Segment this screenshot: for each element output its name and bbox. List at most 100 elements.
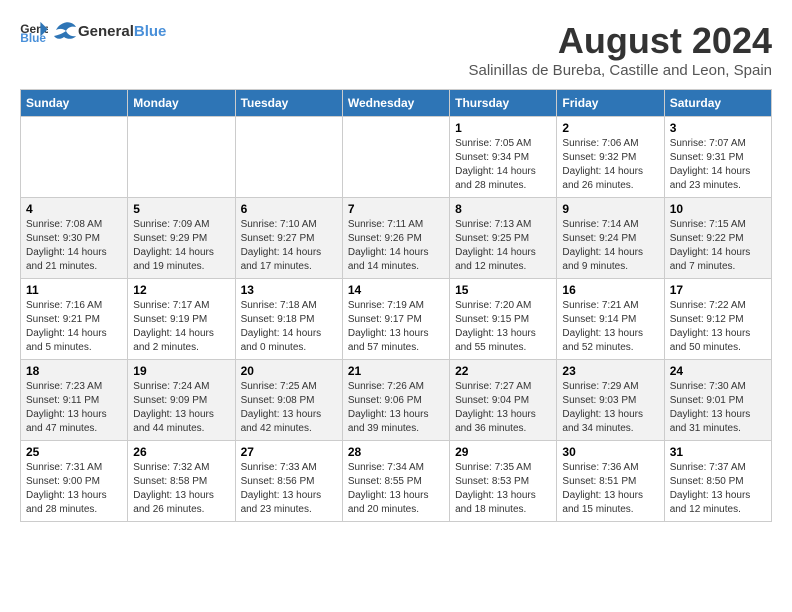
day-number: 27	[241, 445, 337, 459]
calendar-cell-week3-day3: 14Sunrise: 7:19 AM Sunset: 9:17 PM Dayli…	[342, 279, 449, 360]
calendar-cell-week2-day4: 8 Sunrise: 7:13 AM Sunset: 9:25 PM Daylig…	[450, 198, 557, 279]
day-number: 30	[562, 445, 658, 459]
page-header: General Blue GeneralBlue August 2024 Sal…	[20, 20, 772, 79]
calendar-cell-week1-day0	[21, 117, 128, 198]
day-number: 4	[26, 202, 122, 216]
calendar-cell-week4-day1: 19 Sunrise: 7:24 AM Sunset: 9:09 PM Dayli…	[128, 360, 235, 441]
day-info: Sunrise: 7:08 AM Sunset: 9:30 PM Dayligh…	[26, 218, 122, 274]
day-info: Sunrise: 7:36 AM Sunset: 8:51 PM Dayligh…	[562, 461, 658, 517]
day-info: Sunrise: 7:06 AM Sunset: 9:32 PM Dayligh…	[562, 137, 658, 193]
day-info: Sunrise: 7:23 AM Sunset: 9:11 PM Dayligh…	[26, 380, 122, 436]
calendar-cell-week1-day3	[342, 117, 449, 198]
day-number: 28	[348, 445, 444, 459]
day-number: 2	[562, 121, 658, 135]
day-info: Sunrise: 7:32 AM Sunset: 8:58 PM Dayligh…	[133, 461, 229, 517]
calendar-cell-week4-day3: 21 Sunrise: 7:26 AM Sunset: 9:06 PM Dayli…	[342, 360, 449, 441]
day-info: Sunrise: 7:17 AM Sunset: 9:19 PM Dayligh…	[133, 299, 229, 355]
calendar-cell-week3-day4: 15 Sunrise: 7:20 AM Sunset: 9:15 PM Dayli…	[450, 279, 557, 360]
day-number: 11	[26, 283, 122, 297]
calendar-cell-week2-day3: 7 Sunrise: 7:11 AM Sunset: 9:26 PM Daylig…	[342, 198, 449, 279]
weekday-header-tuesday: Tuesday	[235, 90, 342, 117]
calendar-cell-week5-day3: 28 Sunrise: 7:34 AM Sunset: 8:55 PM Dayli…	[342, 441, 449, 522]
calendar-title: August 2024	[468, 20, 772, 62]
day-info: Sunrise: 7:33 AM Sunset: 8:56 PM Dayligh…	[241, 461, 337, 517]
day-info: Sunrise: 7:20 AM Sunset: 9:15 PM Dayligh…	[455, 299, 551, 355]
day-info: Sunrise: 7:11 AM Sunset: 9:26 PM Dayligh…	[348, 218, 444, 274]
generalblue-logo-icon: General Blue	[20, 20, 48, 42]
day-number: 1	[455, 121, 551, 135]
calendar-subtitle: Salinillas de Bureba, Castille and Leon,…	[468, 62, 772, 79]
calendar-cell-week4-day6: 24 Sunrise: 7:30 AM Sunset: 9:01 PM Dayli…	[664, 360, 771, 441]
day-number: 14	[348, 283, 444, 297]
day-number: 10	[670, 202, 766, 216]
calendar-table: SundayMondayTuesdayWednesdayThursdayFrid…	[20, 89, 772, 522]
week-row-4: 18 Sunrise: 7:23 AM Sunset: 9:11 PM Dayli…	[21, 360, 772, 441]
logo: General Blue GeneralBlue	[20, 20, 166, 42]
day-info: Sunrise: 7:30 AM Sunset: 9:01 PM Dayligh…	[670, 380, 766, 436]
calendar-cell-week2-day6: 10Sunrise: 7:15 AM Sunset: 9:22 PM Dayli…	[664, 198, 771, 279]
day-info: Sunrise: 7:35 AM Sunset: 8:53 PM Dayligh…	[455, 461, 551, 517]
day-info: Sunrise: 7:29 AM Sunset: 9:03 PM Dayligh…	[562, 380, 658, 436]
day-number: 22	[455, 364, 551, 378]
calendar-cell-week3-day2: 13Sunrise: 7:18 AM Sunset: 9:18 PM Dayli…	[235, 279, 342, 360]
week-row-5: 25Sunrise: 7:31 AM Sunset: 9:00 PM Dayli…	[21, 441, 772, 522]
day-number: 9	[562, 202, 658, 216]
day-number: 3	[670, 121, 766, 135]
calendar-cell-week1-day6: 3 Sunrise: 7:07 AM Sunset: 9:31 PM Daylig…	[664, 117, 771, 198]
calendar-cell-week1-day5: 2 Sunrise: 7:06 AM Sunset: 9:32 PM Daylig…	[557, 117, 664, 198]
calendar-cell-week4-day5: 23Sunrise: 7:29 AM Sunset: 9:03 PM Dayli…	[557, 360, 664, 441]
day-number: 15	[455, 283, 551, 297]
day-info: Sunrise: 7:13 AM Sunset: 9:25 PM Dayligh…	[455, 218, 551, 274]
day-info: Sunrise: 7:21 AM Sunset: 9:14 PM Dayligh…	[562, 299, 658, 355]
day-number: 25	[26, 445, 122, 459]
week-row-2: 4 Sunrise: 7:08 AM Sunset: 9:30 PM Daylig…	[21, 198, 772, 279]
day-number: 26	[133, 445, 229, 459]
calendar-cell-week3-day5: 16 Sunrise: 7:21 AM Sunset: 9:14 PM Dayli…	[557, 279, 664, 360]
day-number: 16	[562, 283, 658, 297]
day-number: 24	[670, 364, 766, 378]
day-number: 19	[133, 364, 229, 378]
day-number: 21	[348, 364, 444, 378]
day-number: 13	[241, 283, 337, 297]
day-number: 20	[241, 364, 337, 378]
day-info: Sunrise: 7:07 AM Sunset: 9:31 PM Dayligh…	[670, 137, 766, 193]
calendar-cell-week2-day1: 5Sunrise: 7:09 AM Sunset: 9:29 PM Daylig…	[128, 198, 235, 279]
weekday-header-monday: Monday	[128, 90, 235, 117]
weekday-header-wednesday: Wednesday	[342, 90, 449, 117]
calendar-cell-week5-day2: 27 Sunrise: 7:33 AM Sunset: 8:56 PM Dayli…	[235, 441, 342, 522]
calendar-cell-week5-day1: 26 Sunrise: 7:32 AM Sunset: 8:58 PM Dayli…	[128, 441, 235, 522]
calendar-cell-week2-day5: 9 Sunrise: 7:14 AM Sunset: 9:24 PM Daylig…	[557, 198, 664, 279]
day-number: 6	[241, 202, 337, 216]
day-number: 12	[133, 283, 229, 297]
logo-text: GeneralBlue	[78, 23, 166, 40]
week-row-3: 11 Sunrise: 7:16 AM Sunset: 9:21 PM Dayli…	[21, 279, 772, 360]
day-info: Sunrise: 7:37 AM Sunset: 8:50 PM Dayligh…	[670, 461, 766, 517]
calendar-cell-week4-day2: 20 Sunrise: 7:25 AM Sunset: 9:08 PM Dayli…	[235, 360, 342, 441]
day-number: 29	[455, 445, 551, 459]
weekday-header-saturday: Saturday	[664, 90, 771, 117]
day-info: Sunrise: 7:22 AM Sunset: 9:12 PM Dayligh…	[670, 299, 766, 355]
day-number: 31	[670, 445, 766, 459]
day-info: Sunrise: 7:24 AM Sunset: 9:09 PM Dayligh…	[133, 380, 229, 436]
day-info: Sunrise: 7:25 AM Sunset: 9:08 PM Dayligh…	[241, 380, 337, 436]
weekday-header-sunday: Sunday	[21, 90, 128, 117]
calendar-cell-week4-day4: 22 Sunrise: 7:27 AM Sunset: 9:04 PM Dayli…	[450, 360, 557, 441]
day-info: Sunrise: 7:26 AM Sunset: 9:06 PM Dayligh…	[348, 380, 444, 436]
calendar-cell-week2-day2: 6Sunrise: 7:10 AM Sunset: 9:27 PM Daylig…	[235, 198, 342, 279]
weekday-header-thursday: Thursday	[450, 90, 557, 117]
calendar-cell-week1-day2	[235, 117, 342, 198]
day-info: Sunrise: 7:14 AM Sunset: 9:24 PM Dayligh…	[562, 218, 658, 274]
day-number: 8	[455, 202, 551, 216]
day-info: Sunrise: 7:34 AM Sunset: 8:55 PM Dayligh…	[348, 461, 444, 517]
day-number: 7	[348, 202, 444, 216]
weekday-header-friday: Friday	[557, 90, 664, 117]
calendar-cell-week2-day0: 4 Sunrise: 7:08 AM Sunset: 9:30 PM Daylig…	[21, 198, 128, 279]
day-info: Sunrise: 7:27 AM Sunset: 9:04 PM Dayligh…	[455, 380, 551, 436]
calendar-cell-week5-day6: 31 Sunrise: 7:37 AM Sunset: 8:50 PM Dayli…	[664, 441, 771, 522]
calendar-cell-week1-day1	[128, 117, 235, 198]
calendar-cell-week3-day0: 11 Sunrise: 7:16 AM Sunset: 9:21 PM Dayli…	[21, 279, 128, 360]
day-number: 18	[26, 364, 122, 378]
day-info: Sunrise: 7:16 AM Sunset: 9:21 PM Dayligh…	[26, 299, 122, 355]
weekday-header-row: SundayMondayTuesdayWednesdayThursdayFrid…	[21, 90, 772, 117]
calendar-title-section: August 2024 Salinillas de Bureba, Castil…	[468, 20, 772, 79]
